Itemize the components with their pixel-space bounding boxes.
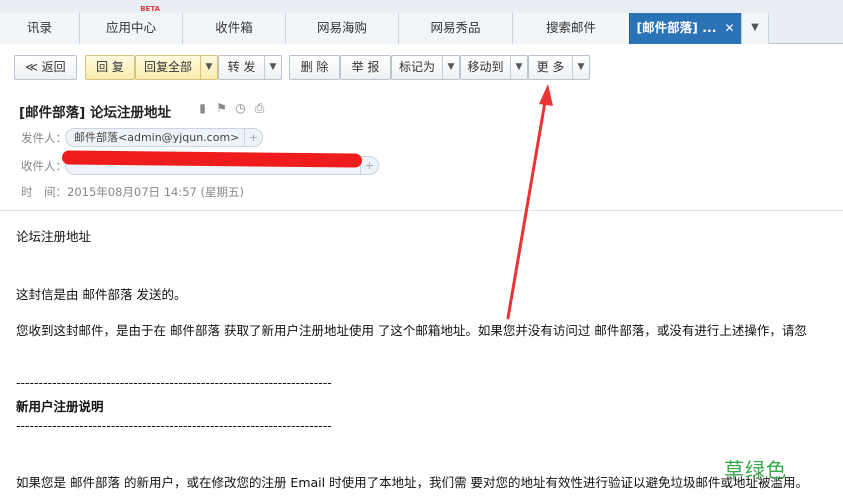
tab-label: 搜索邮件: [545, 20, 596, 35]
section-title: 新用户注册说明: [16, 399, 104, 414]
tab-inbox[interactable]: 收件箱: [182, 13, 285, 44]
move-to-label: 移动到: [467, 60, 504, 74]
from-label: 发件人：: [21, 131, 67, 145]
body-line-sender: 这封信是由 邮件部落 发送的。: [16, 287, 187, 302]
tab-current-mail[interactable]: [邮件部落] ... ✕: [629, 13, 741, 44]
tab-search-mail[interactable]: 搜索邮件: [512, 13, 629, 44]
separator-line: ----------------------------------------…: [16, 418, 332, 433]
bookmark-icon[interactable]: ▮: [196, 101, 209, 115]
time-label: 时 间：: [21, 185, 67, 199]
reply-all-label: 回复全部: [143, 60, 192, 74]
chevron-down-icon: ▼: [751, 22, 759, 33]
chevron-down-icon[interactable]: ▼: [510, 56, 527, 79]
mark-as-button[interactable]: 标记为 ▼: [391, 55, 460, 80]
add-contact-icon[interactable]: +: [244, 129, 262, 146]
forward-button[interactable]: 转 发 ▼: [218, 55, 282, 80]
tab-label: 收件箱: [215, 20, 253, 35]
reply-all-button[interactable]: 回复全部 ▼: [135, 55, 218, 80]
tab-label: 讯录: [26, 20, 52, 35]
header-divider: [0, 210, 843, 211]
mail-toolbar: ≪ 返回 回 复 回复全部 ▼ 转 发 ▼ 删 除 举 报 标记为 ▼ 移动到 …: [0, 44, 843, 90]
back-button[interactable]: ≪ 返回: [14, 55, 77, 80]
print-icon[interactable]: ⎙: [253, 101, 266, 115]
back-label: ≪ 返回: [25, 60, 66, 74]
mail-time: 时 间：2015年08月07日 14:57 (星期五): [21, 184, 244, 200]
forward-label: 转 发: [227, 60, 256, 74]
to-label: 收件人：: [21, 159, 67, 173]
subject-actions: ▮ ⚑ ◷ ⎙: [196, 101, 266, 117]
tab-label: 应用中心: [105, 20, 156, 35]
tab-label: 网易秀品: [430, 20, 481, 35]
report-button[interactable]: 举 报: [340, 55, 391, 80]
report-label: 举 报: [351, 60, 380, 74]
reply-button[interactable]: 回 复: [85, 55, 135, 80]
body-line-title: 论坛注册地址: [16, 229, 92, 244]
close-icon[interactable]: ✕: [724, 21, 734, 35]
separator-line: ----------------------------------------…: [16, 375, 332, 390]
body-line-instructions: 如果您是 邮件部落 的新用户，或在修改您的注册 Email 时使用了本地址，我们…: [16, 475, 809, 490]
time-value: 2015年08月07日 14:57 (星期五): [67, 185, 244, 199]
arrow-shaft: [506, 94, 548, 320]
body-line-reason: 您收到这封邮件，是由于在 邮件部落 获取了新用户注册地址使用 了这个邮箱地址。如…: [16, 323, 807, 338]
tab-netease-haigou[interactable]: 网易海购: [285, 13, 398, 44]
mark-as-label: 标记为: [398, 60, 435, 74]
beta-badge: BETA: [140, 5, 160, 13]
delete-label: 删 除: [300, 60, 329, 74]
reply-label: 回 复: [96, 60, 124, 74]
more-button[interactable]: 更 多 ▼: [528, 55, 590, 80]
delete-button[interactable]: 删 除: [289, 55, 340, 80]
tab-app-center[interactable]: 应用中心 BETA: [79, 5, 182, 44]
tab-bar: 讯录 应用中心 BETA 收件箱 网易海购 网易秀品 搜索邮件 [邮件部落] .…: [0, 0, 843, 44]
tab-contacts[interactable]: 讯录: [0, 13, 79, 44]
add-contact-icon[interactable]: +: [360, 157, 378, 174]
clock-icon[interactable]: ◷: [234, 101, 247, 115]
mail-subject: [邮件部落] 论坛注册地址: [19, 105, 172, 121]
chevron-down-icon[interactable]: ▼: [200, 56, 217, 79]
chevron-down-icon[interactable]: ▼: [442, 56, 459, 79]
flag-icon[interactable]: ⚑: [215, 101, 228, 115]
move-to-button[interactable]: 移动到 ▼: [460, 55, 528, 80]
sender-address: 邮件部落<admin@yjqun.com>: [74, 131, 240, 144]
chevron-down-icon[interactable]: ▼: [264, 56, 281, 79]
tab-label: [邮件部落] ...: [636, 20, 717, 35]
tab-label: 网易海购: [316, 20, 367, 35]
more-label: 更 多: [536, 60, 565, 74]
sender-chip[interactable]: 邮件部落<admin@yjqun.com> +: [65, 128, 263, 147]
tab-netease-xiupin[interactable]: 网易秀品: [398, 13, 512, 44]
chevron-down-icon[interactable]: ▼: [572, 56, 589, 79]
watermark: 草绿色: [724, 458, 787, 482]
tab-more-button[interactable]: ▼: [741, 13, 769, 44]
